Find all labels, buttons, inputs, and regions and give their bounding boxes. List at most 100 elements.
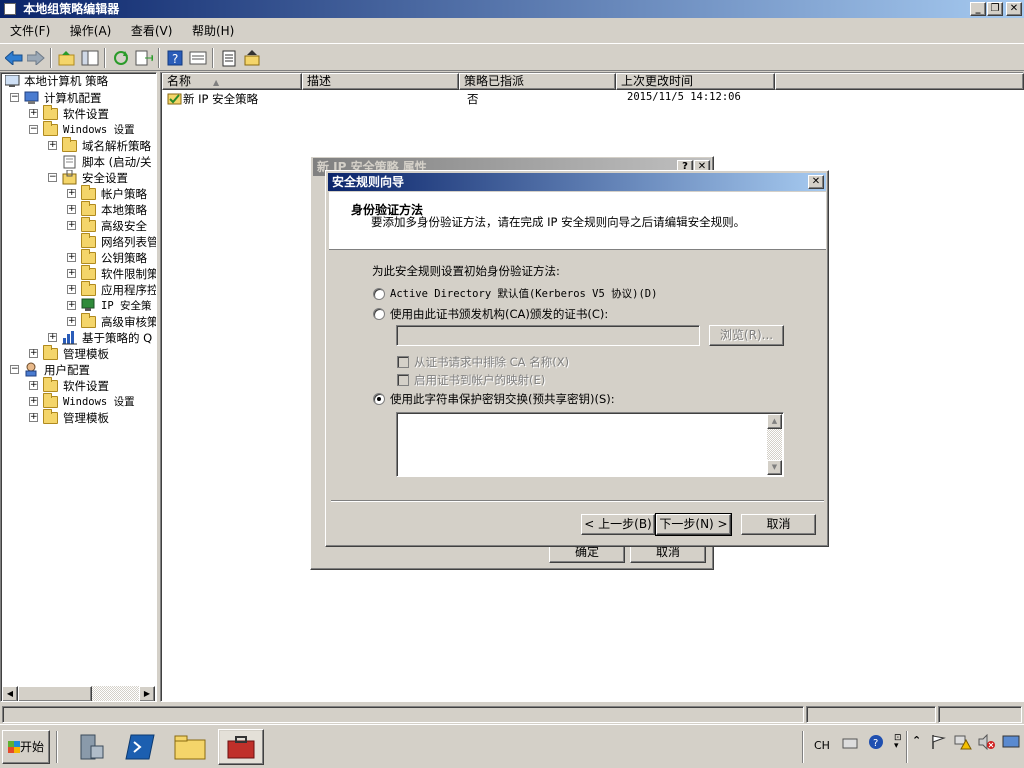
tree-windows-settings[interactable]: Windows 设置	[63, 122, 135, 138]
start-button[interactable]: 开始	[2, 730, 50, 764]
up-folder-icon[interactable]	[56, 47, 78, 69]
preshared-key-textarea[interactable]: ▲ ▼	[396, 412, 784, 477]
tree-public-key[interactable]: 公钥策略	[101, 250, 147, 266]
back-button[interactable]: < 上一步(B)	[581, 514, 655, 535]
scroll-down-arrow[interactable]: ▼	[767, 460, 782, 475]
collapse-icon[interactable]: −	[48, 173, 57, 182]
window-title-bar[interactable]: 本地组策略编辑器 _ ❐ ✕	[0, 0, 1024, 18]
expand-icon[interactable]: +	[48, 333, 57, 342]
new-policy-icon[interactable]	[218, 47, 240, 69]
expand-icon[interactable]: +	[67, 317, 76, 326]
tree-software-settings[interactable]: 软件设置	[63, 106, 109, 122]
scroll-thumb[interactable]	[18, 686, 92, 701]
menu-action[interactable]: 操作(A)	[62, 20, 120, 42]
expand-icon[interactable]: +	[29, 109, 38, 118]
tree-computer-config[interactable]: 计算机配置	[44, 90, 102, 106]
cert-mapping-checkbox[interactable]	[397, 374, 409, 386]
action-center-flag-icon[interactable]	[930, 734, 946, 750]
tree-admin-templates[interactable]: 管理模板	[63, 346, 109, 362]
forward-icon[interactable]	[25, 47, 47, 69]
collapse-icon[interactable]: −	[10, 93, 19, 102]
wizard-title-bar[interactable]: 安全规则向导	[328, 173, 826, 191]
radio-active-directory-label[interactable]: Active Directory 默认值(Kerberos V5 协议)(D)	[390, 286, 657, 301]
collapse-icon[interactable]: −	[10, 365, 19, 374]
properties-icon[interactable]	[187, 47, 209, 69]
tree-horizontal-scrollbar[interactable]: ◀ ▶	[2, 686, 155, 701]
textarea-scrollbar[interactable]: ▲ ▼	[767, 414, 782, 475]
tree-user-config[interactable]: 用户配置	[44, 362, 90, 378]
tree-name-resolution[interactable]: 域名解析策略	[82, 138, 151, 154]
tree-advanced-firewall[interactable]: 高级安全	[101, 218, 147, 234]
help-tray-icon[interactable]: ?	[868, 734, 884, 750]
expand-icon[interactable]: +	[29, 349, 38, 358]
ca-certificate-field[interactable]	[396, 325, 700, 346]
powershell-icon[interactable]	[120, 729, 160, 765]
tree-security-settings[interactable]: 安全设置	[82, 170, 128, 186]
expand-icon[interactable]: +	[29, 413, 38, 422]
expand-icon[interactable]: +	[67, 205, 76, 214]
column-header-description[interactable]: 描述	[302, 73, 459, 90]
tree-root[interactable]: 本地计算机 策略	[24, 73, 108, 89]
menu-file[interactable]: 文件(F)	[2, 20, 58, 42]
expand-icon[interactable]: +	[67, 221, 76, 230]
help-icon[interactable]: ?	[164, 47, 186, 69]
tree-user-admin-templates[interactable]: 管理模板	[63, 410, 109, 426]
table-row[interactable]: 新 IP 安全策略 否 2015/11/5 14:12:06	[165, 90, 965, 106]
wizard-close-button[interactable]: ✕	[808, 175, 824, 189]
next-button[interactable]: 下一步(N) >	[655, 513, 732, 536]
show-hide-tree-icon[interactable]	[79, 47, 101, 69]
column-header-modified[interactable]: 上次更改时间	[616, 73, 775, 90]
scroll-left-arrow[interactable]: ◀	[2, 686, 18, 701]
manage-filter-icon[interactable]	[241, 47, 263, 69]
expand-icon[interactable]: +	[67, 189, 76, 198]
menu-view[interactable]: 查看(V)	[123, 20, 181, 42]
tree-ip-security[interactable]: IP 安全策	[101, 298, 151, 314]
expand-icon[interactable]: +	[67, 285, 76, 294]
expand-icon[interactable]: +	[67, 253, 76, 262]
show-hidden-icons-chevron[interactable]: ⌃	[912, 734, 928, 750]
radio-preshared-key-label[interactable]: 使用此字符串保护密钥交换(预共享密钥)(S):	[390, 391, 615, 407]
scroll-up-arrow[interactable]: ▲	[767, 414, 782, 429]
volume-muted-icon[interactable]	[978, 733, 995, 751]
tree-software-restriction[interactable]: 软件限制策	[101, 266, 156, 282]
tree-user-windows-settings[interactable]: Windows 设置	[63, 394, 135, 410]
show-desktop-icon[interactable]	[1002, 734, 1020, 750]
expand-icon[interactable]: +	[67, 269, 76, 278]
minimize-button[interactable]: _	[970, 2, 986, 16]
scroll-right-arrow[interactable]: ▶	[139, 686, 155, 701]
tree-scripts[interactable]: 脚本 (启动/关	[82, 154, 152, 170]
group-policy-task-icon[interactable]	[218, 729, 264, 765]
expand-icon[interactable]: +	[29, 397, 38, 406]
expand-icon[interactable]: +	[48, 141, 57, 150]
expand-icon[interactable]: +	[29, 381, 38, 390]
tree-qos[interactable]: 基于策略的 Q	[82, 330, 152, 346]
language-indicator[interactable]: CH	[814, 739, 830, 752]
tree-local-policy[interactable]: 本地策略	[101, 202, 147, 218]
radio-active-directory[interactable]	[373, 288, 385, 300]
cancel-button[interactable]: 取消	[741, 514, 816, 535]
radio-certificate[interactable]	[373, 308, 385, 320]
server-manager-icon[interactable]	[70, 729, 110, 765]
close-button[interactable]: ✕	[1006, 2, 1022, 16]
tree-network-list[interactable]: 网络列表管	[101, 234, 156, 250]
export-list-icon[interactable]	[133, 47, 155, 69]
keyboard-icon[interactable]	[842, 734, 858, 750]
refresh-icon[interactable]	[110, 47, 132, 69]
tree-account-policy[interactable]: 帐户策略	[101, 186, 147, 202]
tree-user-software-settings[interactable]: 软件设置	[63, 378, 109, 394]
browse-button[interactable]: 浏览(R)...	[709, 325, 784, 346]
tree-app-control[interactable]: 应用程序控	[101, 282, 156, 298]
expand-icon[interactable]: +	[67, 301, 76, 310]
restore-button[interactable]: ❐	[987, 2, 1003, 16]
column-header-name[interactable]: 名称 ▲	[162, 73, 302, 90]
column-header-assigned[interactable]: 策略已指派	[459, 73, 616, 90]
radio-preshared-key[interactable]	[373, 393, 385, 405]
explorer-icon[interactable]	[170, 729, 210, 765]
collapse-icon[interactable]: −	[29, 125, 38, 134]
network-warning-icon[interactable]	[954, 734, 972, 750]
radio-certificate-label[interactable]: 使用由此证书颁发机构(CA)颁发的证书(C):	[390, 306, 608, 322]
exclude-ca-name-checkbox[interactable]	[397, 356, 409, 368]
menu-help[interactable]: 帮助(H)	[184, 20, 242, 42]
tree-advanced-audit[interactable]: 高级审核策	[101, 314, 156, 330]
back-icon[interactable]	[3, 47, 25, 69]
